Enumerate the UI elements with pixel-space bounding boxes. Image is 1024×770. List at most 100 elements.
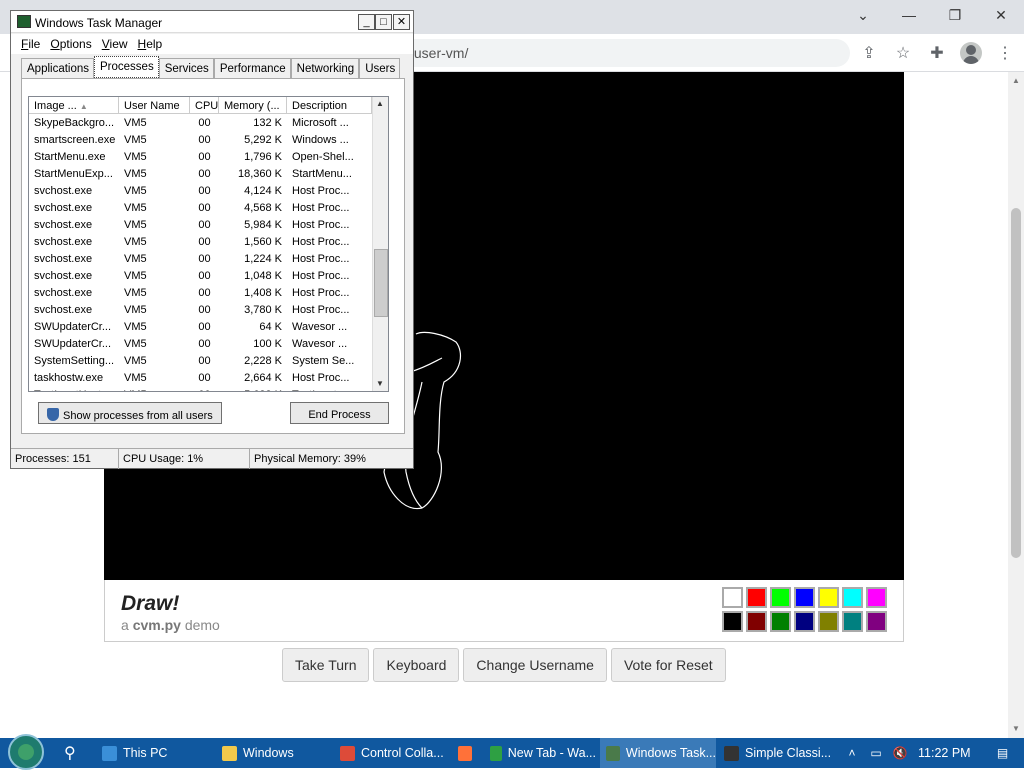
column-memory[interactable]: Memory (... xyxy=(219,97,287,114)
table-row[interactable]: SWUpdaterCr... VM5 00 64 K Wavesor ... xyxy=(29,319,372,336)
scroll-up-icon[interactable]: ▲ xyxy=(376,99,384,108)
list-scrollbar[interactable]: ▲ ▼ xyxy=(372,97,388,391)
list-scroll-thumb[interactable] xyxy=(374,249,388,317)
tab-users[interactable]: Users xyxy=(359,58,401,78)
page-scrollbar[interactable]: ▲ ▼ xyxy=(1008,72,1024,738)
network-icon[interactable]: ▭ xyxy=(864,746,888,760)
volume-muted-icon[interactable]: 🔇 xyxy=(888,746,912,760)
start-button[interactable] xyxy=(8,734,44,770)
table-row[interactable]: taskhostw.exe VM5 00 2,664 K Host Proc... xyxy=(29,370,372,387)
color-swatch[interactable] xyxy=(722,587,743,608)
column-description[interactable]: Description xyxy=(287,97,372,114)
clock[interactable]: 11:22 PM xyxy=(912,746,983,760)
column-user-name[interactable]: User Name xyxy=(119,97,190,114)
chevron-up-icon[interactable]: ˄ xyxy=(840,746,864,760)
color-swatch[interactable] xyxy=(770,611,791,632)
close-icon[interactable]: ✕ xyxy=(393,14,410,30)
menu-view[interactable]: View xyxy=(98,34,134,54)
table-row[interactable]: svchost.exe VM5 00 4,124 K Host Proc... xyxy=(29,183,372,200)
table-row[interactable]: svchost.exe VM5 00 1,048 K Host Proc... xyxy=(29,268,372,285)
vote-for-reset-button[interactable]: Vote for Reset xyxy=(610,648,726,682)
table-row[interactable]: SWUpdaterCr... VM5 00 100 K Wavesor ... xyxy=(29,336,372,353)
table-row[interactable]: svchost.exe VM5 00 1,560 K Host Proc... xyxy=(29,234,372,251)
change-username-button[interactable]: Change Username xyxy=(463,648,607,682)
taskbar-item-label: This PC xyxy=(123,746,168,760)
notification-icon[interactable]: ▤ xyxy=(983,746,1023,760)
taskbar-item[interactable]: Windows xyxy=(216,738,332,768)
scroll-down-icon[interactable]: ▼ xyxy=(1012,724,1020,733)
profile-icon[interactable] xyxy=(954,38,988,68)
minimize-icon[interactable]: — xyxy=(886,0,932,30)
tab-performance[interactable]: Performance xyxy=(213,58,291,78)
title-bar[interactable]: Windows Task Manager _ □ ✕ xyxy=(11,11,413,33)
column-image-name[interactable]: Image ... ▲ xyxy=(29,97,119,114)
table-row[interactable]: StartMenu.exe VM5 00 1,796 K Open-Shel... xyxy=(29,149,372,166)
close-icon[interactable]: ✕ xyxy=(978,0,1024,30)
scroll-thumb[interactable] xyxy=(1011,208,1021,558)
column-cpu[interactable]: CPU xyxy=(190,97,219,114)
color-swatch[interactable] xyxy=(866,611,887,632)
color-swatch[interactable] xyxy=(722,611,743,632)
tab-services[interactable]: Services xyxy=(158,58,214,78)
end-process-button[interactable]: End Process xyxy=(290,402,389,424)
table-row[interactable]: svchost.exe VM5 00 5,984 K Host Proc... xyxy=(29,217,372,234)
take-turn-button[interactable]: Take Turn xyxy=(282,648,370,682)
menu-help[interactable]: Help xyxy=(134,34,169,54)
table-row[interactable]: StartMenuExp... VM5 00 18,360 K StartMenu... xyxy=(29,166,372,183)
color-swatch[interactable] xyxy=(818,611,839,632)
color-swatch[interactable] xyxy=(866,587,887,608)
restore-icon[interactable]: ❐ xyxy=(932,0,978,30)
color-swatch[interactable] xyxy=(842,611,863,632)
extensions-icon[interactable]: ✚ xyxy=(920,38,954,68)
taskbar-item[interactable]: Windows Task... xyxy=(600,738,716,768)
scroll-down-icon[interactable]: ▼ xyxy=(376,379,384,388)
scroll-up-icon[interactable]: ▲ xyxy=(1012,76,1020,85)
process-list[interactable]: Image ... ▲ User Name CPU Memory (... De… xyxy=(28,96,389,392)
address-bar[interactable]: /user-vm/ xyxy=(390,39,850,67)
table-row[interactable]: svchost.exe VM5 00 3,780 K Host Proc... xyxy=(29,302,372,319)
table-row[interactable]: smartscreen.exe VM5 00 5,292 K Windows ... xyxy=(29,132,372,149)
keyboard-button[interactable]: Keyboard xyxy=(373,648,460,682)
search-icon[interactable]: ⚲ xyxy=(58,738,88,768)
color-swatch[interactable] xyxy=(746,587,767,608)
table-cell: Host Proc... xyxy=(292,287,350,299)
color-swatch[interactable] xyxy=(746,611,767,632)
shield-icon xyxy=(47,408,59,421)
table-row[interactable]: svchost.exe VM5 00 4,568 K Host Proc... xyxy=(29,200,372,217)
color-swatch[interactable] xyxy=(818,587,839,608)
menu-file[interactable]: File xyxy=(17,34,46,54)
tab-applications[interactable]: Applications xyxy=(21,58,95,78)
star-icon[interactable]: ☆ xyxy=(886,38,920,68)
minimize-icon[interactable]: _ xyxy=(358,14,375,30)
menu-options[interactable]: Options xyxy=(46,34,97,54)
table-row[interactable]: svchost.exe VM5 00 1,224 K Host Proc... xyxy=(29,251,372,268)
taskbar-item[interactable]: New Tab - Wa... xyxy=(484,738,596,768)
table-row[interactable]: TextInputHost...VM5005,688 KTextInput... xyxy=(29,387,372,391)
taskbar-item[interactable]: This PC xyxy=(96,738,214,768)
color-swatch[interactable] xyxy=(794,587,815,608)
color-swatch[interactable] xyxy=(770,587,791,608)
taskbar-item[interactable]: Control Colla... xyxy=(334,738,458,768)
taskbar-item[interactable] xyxy=(452,738,478,768)
table-row[interactable]: svchost.exe VM5 00 1,408 K Host Proc... xyxy=(29,285,372,302)
firefox-icon xyxy=(458,745,472,761)
table-cell: 1,796 K xyxy=(244,151,282,163)
menu-key: V xyxy=(101,37,110,51)
color-swatch[interactable] xyxy=(842,587,863,608)
action-buttons: Take Turn Keyboard Change Username Vote … xyxy=(282,648,726,682)
browser-window-controls: ⌄ — ❐ ✕ xyxy=(840,0,1024,30)
share-icon[interactable]: ⇪ xyxy=(852,38,886,68)
maximize-icon[interactable]: □ xyxy=(375,14,392,30)
color-swatch[interactable] xyxy=(794,611,815,632)
table-cell: 00 xyxy=(198,321,211,333)
menu-icon[interactable]: ⋮ xyxy=(988,38,1022,68)
tab-search-icon[interactable]: ⌄ xyxy=(840,0,886,30)
table-row[interactable]: SystemSetting... VM5 00 2,228 K System Se... xyxy=(29,353,372,370)
tab-processes[interactable]: Processes xyxy=(94,56,159,78)
taskbar-item[interactable]: Simple Classi... xyxy=(718,738,832,768)
tab-networking[interactable]: Networking xyxy=(290,58,360,78)
computer-icon xyxy=(102,745,117,761)
classic-shell-icon xyxy=(724,745,739,761)
show-all-processes-button[interactable]: Show processes from all users xyxy=(38,402,222,424)
table-row[interactable]: SkypeBackgro... VM5 00 132 K Microsoft ... xyxy=(29,115,372,132)
